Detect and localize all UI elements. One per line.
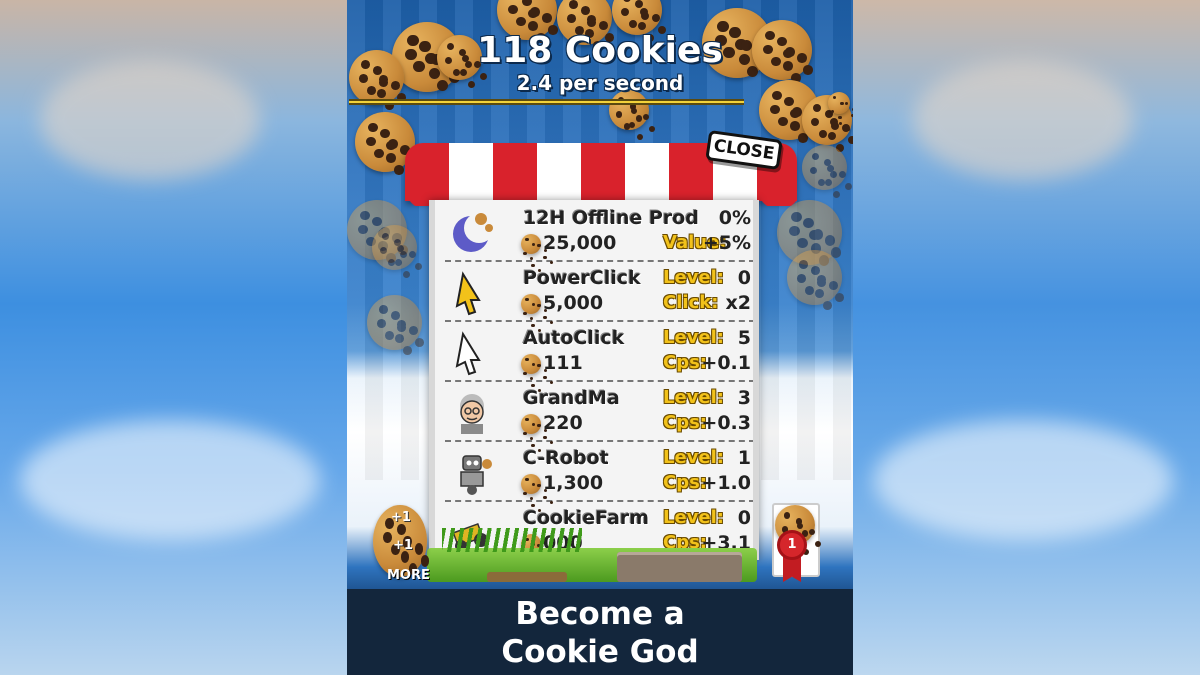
progress-bar (349, 99, 744, 105)
item-price: 25,000 (543, 232, 617, 254)
shop-item-autoclick[interactable]: AutoClick 111 Level: 5 Cps: +0.1 (445, 324, 753, 382)
grandma-icon (449, 390, 495, 436)
item-stat2-label: Cps: (663, 472, 708, 493)
item-price: 111 (543, 352, 583, 374)
robot-icon (449, 450, 495, 496)
left-blurred-background (0, 0, 347, 675)
item-stat1-label: Level: (663, 387, 724, 408)
price-cookie-icon (521, 294, 541, 314)
price-cookie-icon (521, 414, 541, 434)
cookies-per-second: 2.4 per second (516, 71, 684, 95)
item-stat2-value: +5% (702, 232, 751, 254)
price-cookie-icon (521, 474, 541, 494)
right-blurred-background (853, 0, 1200, 675)
item-stat2-label: Click: (663, 292, 719, 313)
shop-item-powerclick[interactable]: PowerClick 5,000 Level: 0 Click: x2 (445, 264, 753, 322)
falling-cookie (609, 90, 649, 130)
item-stat2-value: +0.3 (701, 412, 751, 434)
shop-item-c-robot[interactable]: C-Robot 1,300 Level: 1 Cps: +1.0 (445, 444, 753, 502)
falling-cookie (367, 295, 422, 350)
banner-line-2: Cookie God (501, 634, 699, 670)
more-button[interactable]: MORE (387, 568, 430, 583)
cookie-count: 118 Cookies (477, 30, 723, 71)
item-name: PowerClick (523, 267, 641, 289)
item-stat1-value: 1 (737, 447, 751, 469)
item-stat1-label: Level: (663, 447, 724, 468)
item-stat1-value: 0 (737, 507, 751, 529)
falling-cookie (787, 250, 842, 305)
shop-counter (617, 552, 742, 582)
progress-cookie-icon (828, 92, 850, 114)
game-screen: 118 Cookies 2.4 per second 12H Offline P… (347, 0, 853, 675)
shop-item-grandma[interactable]: GrandMa 220 Level: 3 Cps: +0.3 (445, 384, 753, 442)
item-price: 5,000 (543, 292, 604, 314)
banner-line-1: Become a (515, 596, 685, 632)
plus-one-text: +1 (391, 510, 411, 525)
rank-ribbon-icon: 1 (777, 530, 807, 560)
item-name: C-Robot (523, 447, 609, 469)
price-cookie-icon (521, 354, 541, 374)
promo-banner: Become a Cookie God (347, 589, 853, 675)
grass-tufts (442, 528, 582, 552)
item-name: AutoClick (523, 327, 625, 349)
item-stat2-label: Cps: (663, 352, 708, 373)
item-stat2-label: Cps: (663, 412, 708, 433)
price-cookie-icon (521, 234, 541, 254)
item-name: GrandMa (523, 387, 620, 409)
shop-item-offline-prod[interactable]: 12H Offline Prod 25,000 0% Value: +5% (445, 204, 753, 262)
item-stat2-value: +1.0 (701, 472, 751, 494)
item-stat2-value: x2 (725, 292, 751, 314)
item-name: CookieFarm (523, 507, 649, 529)
moon-icon (449, 210, 495, 256)
item-stat1-value: 5 (737, 327, 751, 349)
item-stat2-value: +0.1 (701, 352, 751, 374)
wood-plank (487, 572, 567, 582)
shop-board: 12H Offline Prod 25,000 0% Value: +5% Po… (429, 200, 759, 560)
item-price: 220 (543, 412, 583, 434)
item-price: 1,300 (543, 472, 604, 494)
item-stat1-value: 3 (737, 387, 751, 409)
item-stat1-value: 0% (718, 207, 751, 229)
falling-cookie (802, 145, 847, 190)
plus-one-text: +1 (393, 538, 413, 553)
item-stat1-value: 0 (737, 267, 751, 289)
item-name: 12H Offline Prod (523, 207, 699, 229)
item-stat1-label: Level: (663, 327, 724, 348)
falling-cookie (372, 225, 417, 270)
item-stat1-label: Level: (663, 507, 724, 528)
item-stat1-label: Level: (663, 267, 724, 288)
cursor-icon (449, 330, 495, 376)
gold-cursor-icon (449, 270, 495, 316)
